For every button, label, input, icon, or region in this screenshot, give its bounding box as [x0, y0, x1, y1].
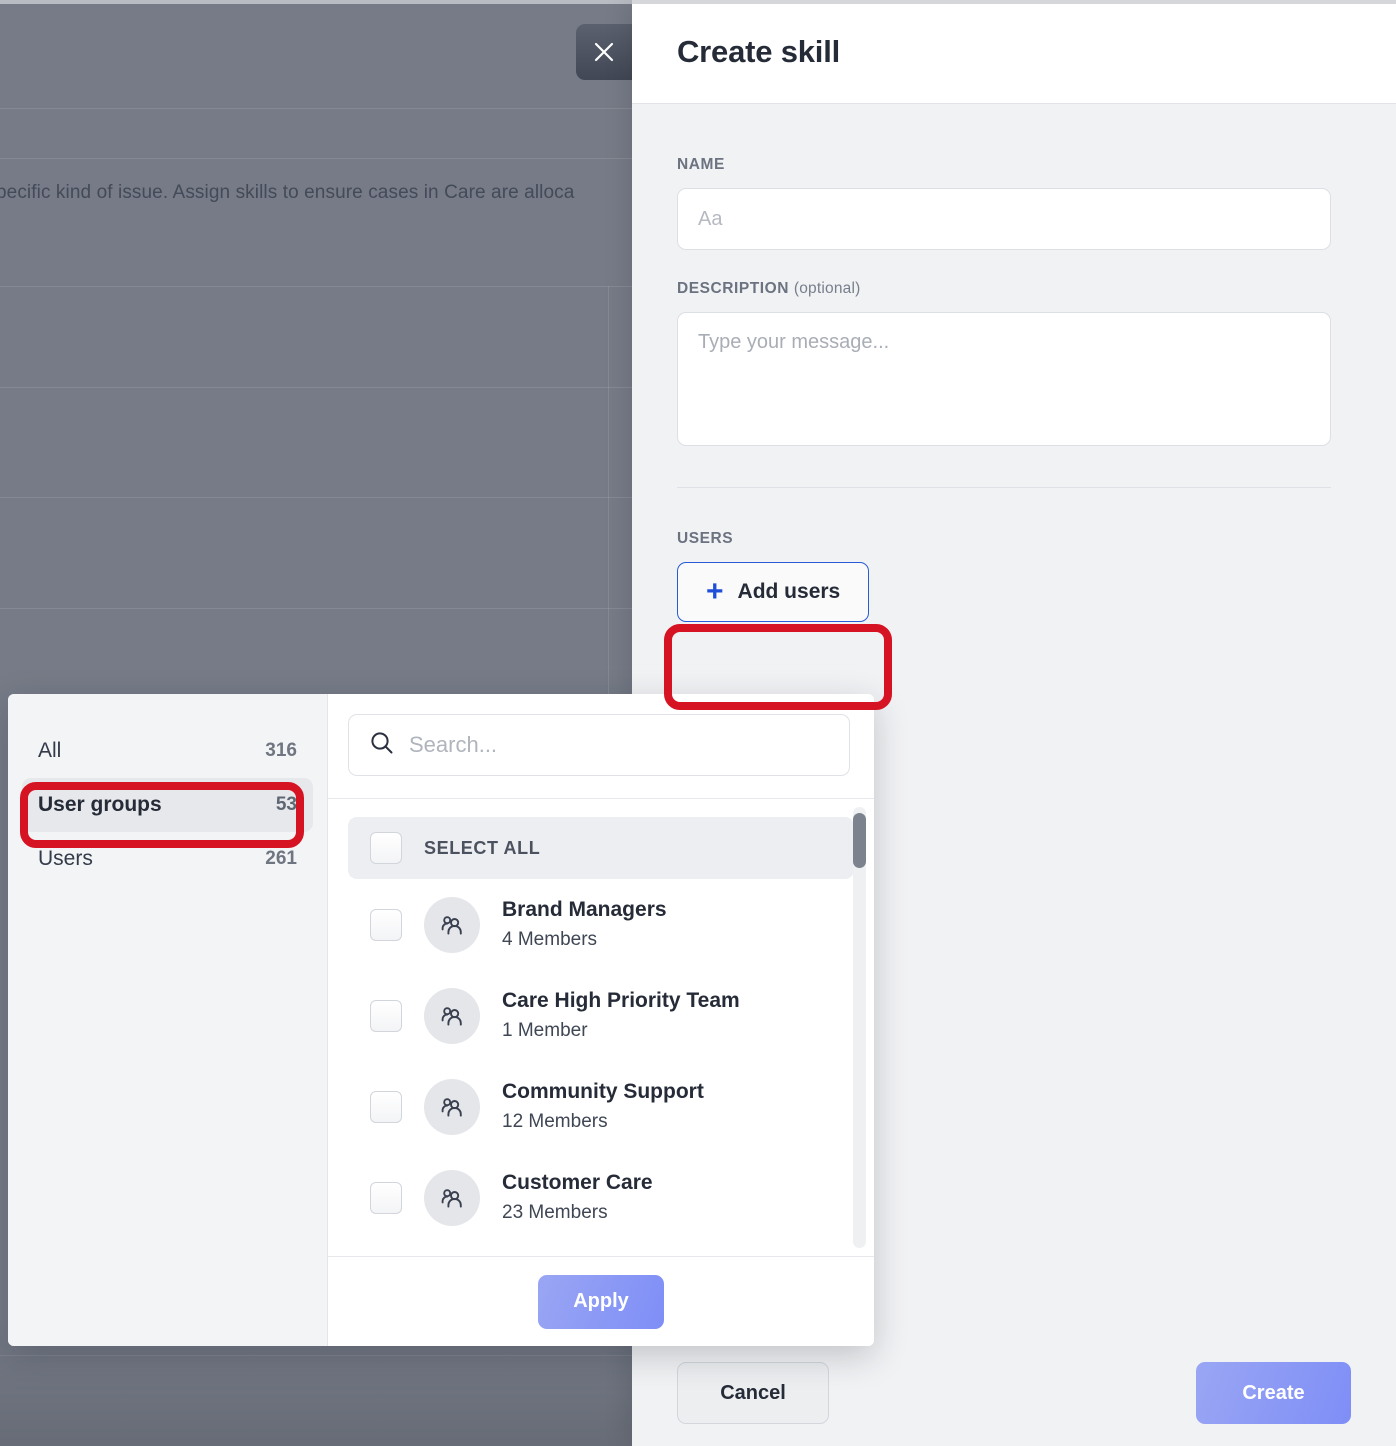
backdrop-row-divider — [0, 387, 632, 388]
name-input[interactable] — [677, 188, 1331, 250]
close-button[interactable] — [576, 24, 632, 80]
backdrop-row-divider — [0, 497, 632, 498]
group-name: Care High Priority Team — [502, 989, 740, 1013]
search-box[interactable] — [348, 714, 850, 776]
description-label-text: DESCRIPTION — [677, 280, 789, 297]
sidebar-item-count: 261 — [265, 848, 297, 870]
sidebar-item-label: User groups — [38, 793, 162, 817]
sidebar-item-label: Users — [38, 847, 93, 871]
sidebar-item-label: All — [38, 739, 61, 763]
list-item[interactable]: Community Support 12 Members — [348, 1061, 854, 1152]
group-member-count: 4 Members — [502, 929, 667, 951]
search-input[interactable] — [409, 732, 829, 758]
group-name: Customer Care — [502, 1171, 653, 1195]
sidebar-item-users[interactable]: Users 261 — [22, 832, 313, 886]
search-area — [328, 694, 874, 799]
close-icon — [591, 39, 617, 65]
select-all-label: SELECT ALL — [424, 838, 540, 859]
name-field-label: NAME — [677, 156, 1351, 174]
plus-icon: + — [706, 577, 724, 607]
select-all-row[interactable]: SELECT ALL — [348, 817, 854, 879]
picker-main: SELECT ALL Br — [328, 694, 874, 1346]
description-optional-text: (optional) — [794, 280, 861, 297]
apply-button[interactable]: Apply — [538, 1275, 664, 1329]
select-all-checkbox[interactable] — [370, 832, 402, 864]
group-checkbox[interactable] — [370, 909, 402, 941]
add-users-button[interactable]: + Add users — [677, 562, 869, 622]
backdrop-row-divider — [0, 158, 632, 159]
scrollbar-thumb[interactable] — [853, 813, 866, 868]
picker-sidebar: All 316 User groups 53 Users 261 — [8, 694, 328, 1346]
backdrop-row-divider — [0, 608, 632, 609]
avatar — [424, 1170, 480, 1226]
create-button[interactable]: Create — [1196, 1362, 1351, 1424]
add-users-button-label: Add users — [738, 580, 841, 604]
user-picker-popover: All 316 User groups 53 Users 261 — [8, 694, 874, 1346]
sidebar-item-all[interactable]: All 316 — [22, 724, 313, 778]
section-divider — [677, 487, 1331, 488]
group-name: Brand Managers — [502, 898, 667, 922]
list-item[interactable]: Brand Managers 4 Members — [348, 879, 854, 970]
group-list-region: SELECT ALL Br — [328, 799, 874, 1256]
search-icon — [369, 730, 395, 761]
sidebar-item-user-groups[interactable]: User groups 53 — [22, 778, 313, 832]
backdrop-row-divider — [0, 286, 632, 287]
backdrop-row-divider — [0, 108, 632, 109]
group-checkbox[interactable] — [370, 1091, 402, 1123]
users-section-label: USERS — [677, 530, 1351, 548]
sidebar-item-count: 53 — [276, 794, 297, 816]
group-name: Community Support — [502, 1080, 704, 1104]
avatar — [424, 897, 480, 953]
description-textarea[interactable] — [677, 312, 1331, 446]
list-item[interactable]: Care High Priority Team 1 Member — [348, 970, 854, 1061]
window-top-strip — [0, 0, 632, 4]
group-member-count: 1 Member — [502, 1020, 740, 1042]
avatar — [424, 988, 480, 1044]
picker-footer: Apply — [328, 1256, 874, 1346]
description-field-label: DESCRIPTION (optional) — [677, 280, 1351, 298]
panel-footer: Cancel Create — [632, 1340, 1396, 1446]
backdrop-description-text: pecific kind of issue. Assign skills to … — [0, 182, 574, 204]
list-item[interactable]: Customer Care 23 Members — [348, 1152, 854, 1243]
group-member-count: 12 Members — [502, 1111, 704, 1133]
sidebar-item-count: 316 — [265, 740, 297, 762]
group-list: SELECT ALL Br — [328, 799, 874, 1243]
page-title: Create skill — [677, 34, 840, 70]
group-checkbox[interactable] — [370, 1000, 402, 1032]
group-checkbox[interactable] — [370, 1182, 402, 1214]
avatar — [424, 1079, 480, 1135]
cancel-button[interactable]: Cancel — [677, 1362, 829, 1424]
list-scrollbar[interactable] — [853, 807, 866, 1248]
panel-top-strip — [632, 0, 1396, 4]
panel-header: Create skill — [632, 0, 1396, 104]
group-member-count: 23 Members — [502, 1202, 653, 1224]
